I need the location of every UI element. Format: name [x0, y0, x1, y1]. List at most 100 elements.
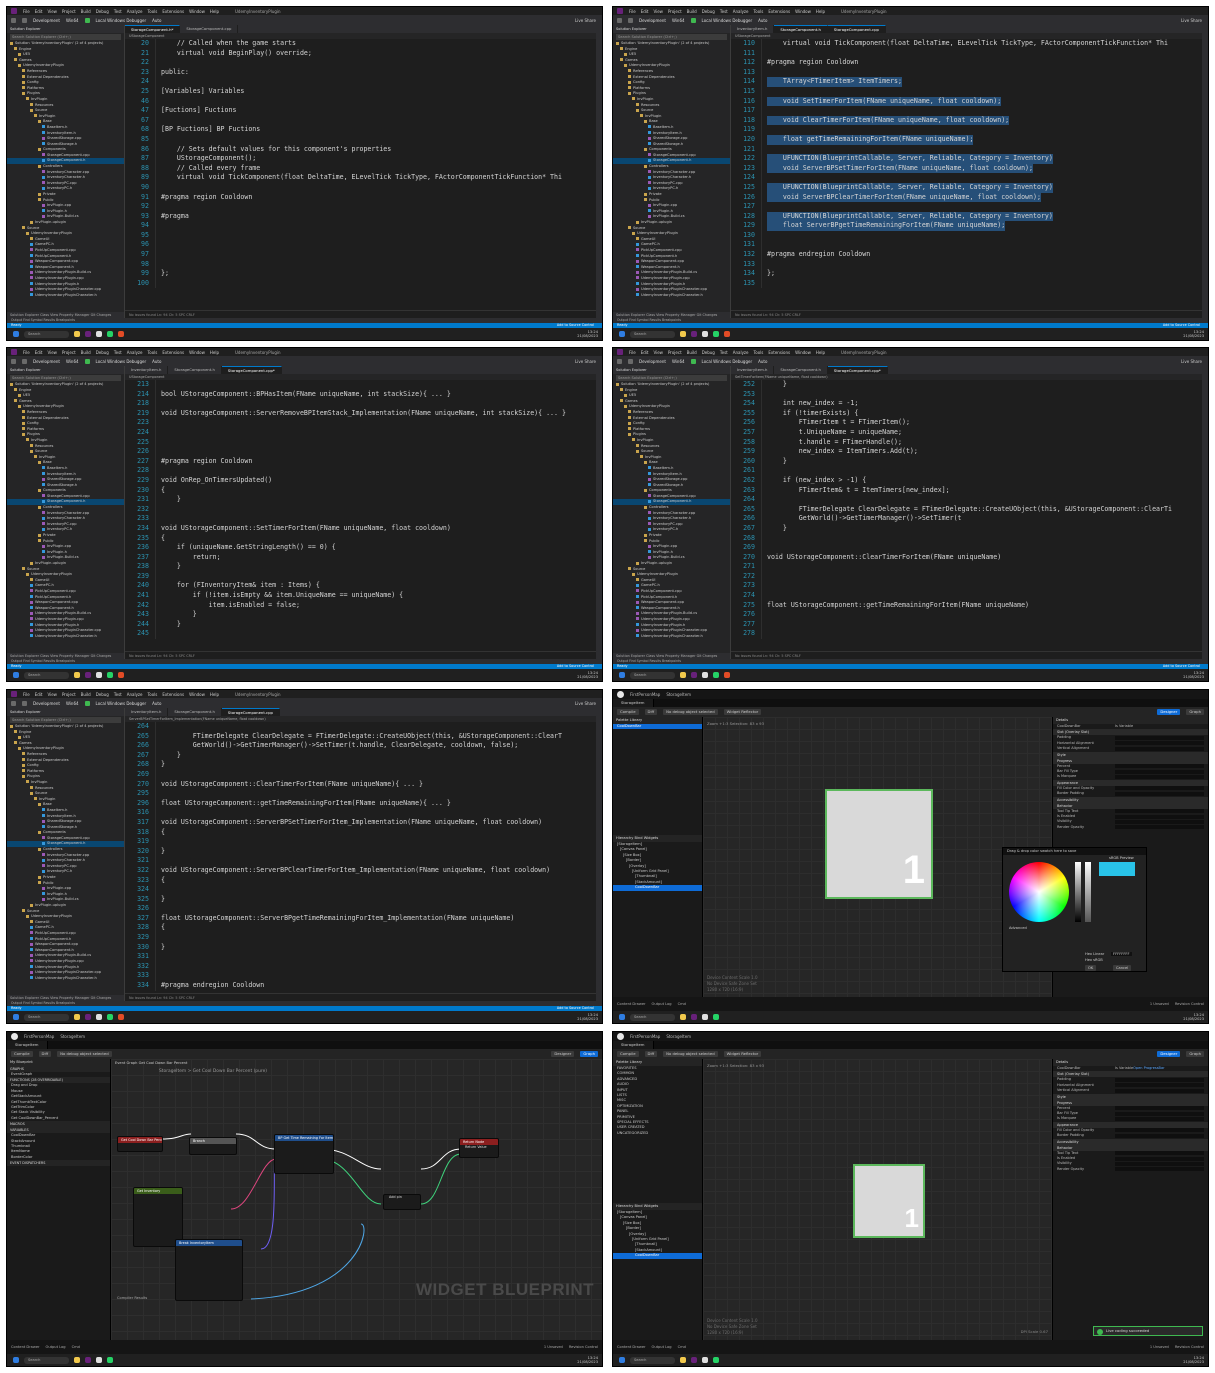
code-line[interactable]: 111: [731, 48, 1202, 59]
details-row-value[interactable]: [1115, 1151, 1204, 1156]
editor-tab[interactable]: StorageComponent.cpp: [221, 708, 280, 716]
entry-node[interactable]: Get Cool Down Bar Percent: [117, 1136, 163, 1152]
folder-icon[interactable]: [680, 331, 686, 337]
widget-preview[interactable]: 1: [853, 1164, 925, 1238]
unreal-icon[interactable]: [702, 672, 708, 678]
details-row-value[interactable]: [1115, 1156, 1204, 1161]
code-line[interactable]: 254 int new_index = -1;: [731, 399, 1202, 409]
details-row-value[interactable]: [1115, 769, 1204, 774]
widget-reflector-button[interactable]: Widget Reflector: [723, 1051, 762, 1057]
menu-item[interactable]: Help: [210, 350, 219, 355]
menu-item[interactable]: Tools: [148, 350, 158, 355]
chrome-icon[interactable]: [118, 1014, 124, 1020]
config-select[interactable]: Development: [33, 701, 60, 706]
menu-item[interactable]: Test: [114, 9, 122, 14]
cmd-input[interactable]: Cmd: [72, 1345, 80, 1349]
compile-button[interactable]: Compile: [617, 1051, 639, 1057]
code-line[interactable]: 330}: [125, 942, 596, 953]
code-line[interactable]: 46: [125, 96, 596, 107]
code-line[interactable]: 127: [731, 202, 1202, 212]
code-line[interactable]: 233: [125, 514, 596, 524]
menu-item[interactable]: Test: [720, 9, 728, 14]
save-icon[interactable]: [22, 358, 27, 364]
code-line[interactable]: 231 }: [125, 495, 596, 505]
code-line[interactable]: 238 }: [125, 562, 596, 572]
code-line[interactable]: 224: [125, 427, 596, 438]
whatsapp-icon[interactable]: [713, 1014, 719, 1020]
menu-item[interactable]: Edit: [641, 9, 649, 14]
graph-canvas[interactable]: Event Graph Get Cool Down Bar Percent St…: [111, 1059, 602, 1340]
editor-tabs[interactable]: InventoryItem.h StorageComponent.h Storage…: [731, 366, 1202, 374]
solution-search-input[interactable]: Search Solution Explorer (Ctrl+;): [616, 34, 727, 40]
advanced-label[interactable]: Advanced: [1009, 926, 1027, 930]
details-row[interactable]: Border Padding: [1053, 791, 1208, 796]
unreal-icon[interactable]: [96, 1014, 102, 1020]
whatsapp-icon[interactable]: [107, 672, 113, 678]
menu-item[interactable]: File: [629, 350, 636, 355]
editor-tabs[interactable]: StorageComponent.h* StorageComponent.cpp: [125, 25, 596, 33]
menu-item[interactable]: View: [653, 9, 663, 14]
code-line[interactable]: 266 GetWorld()->GetTimerManager()->SetTi…: [731, 514, 1202, 524]
code-line[interactable]: 270 void UStorageComponent::ClearTimerFor…: [125, 779, 596, 790]
code-line[interactable]: 21 virtual void BeginPlay() override;: [125, 48, 596, 59]
menu-item[interactable]: File: [23, 692, 30, 697]
config-select[interactable]: Development: [639, 18, 666, 23]
play-icon[interactable]: [690, 17, 696, 23]
menu-item[interactable]: Help: [210, 9, 219, 14]
designer-button[interactable]: Designer: [1157, 709, 1181, 715]
code-line[interactable]: 132 #pragma endregion Cooldown: [731, 250, 1202, 260]
details-row-value[interactable]: [1115, 1117, 1204, 1122]
code-line[interactable]: 114 TArray<FTimerItem> ItemTimers;: [731, 77, 1202, 87]
debug-filter[interactable]: No debug object selected: [57, 1051, 112, 1057]
diff-button[interactable]: Diff: [644, 709, 658, 715]
designer-button[interactable]: Designer: [1157, 1051, 1181, 1057]
debugger-button[interactable]: Local Windows Debugger: [702, 359, 753, 364]
unsaved-label[interactable]: 1 Unsaved: [544, 1345, 563, 1349]
code-area[interactable]: 264 265 FTimerDelegate ClearDelegate = FT…: [125, 722, 596, 993]
tab-storageitem[interactable]: StorageItem: [613, 699, 654, 707]
taskbar-search[interactable]: Search: [630, 1356, 675, 1364]
code-line[interactable]: 241 if (!item.isEmpty && item.UniqueName…: [125, 591, 596, 601]
vs-app-icon[interactable]: [85, 672, 91, 678]
widget-reflector-button[interactable]: Widget Reflector: [723, 709, 762, 715]
code-line[interactable]: 236 if (uniqueName.GetStringLength() == …: [125, 543, 596, 553]
tree-item[interactable]: UdemyInventoryPluginCharacter.h: [613, 293, 730, 299]
whatsapp-icon[interactable]: [107, 1357, 113, 1363]
details-row-value[interactable]: [1115, 809, 1204, 814]
graph-button[interactable]: Graph: [1186, 1051, 1204, 1057]
taskbar-search[interactable]: Search: [630, 1013, 675, 1021]
code-line[interactable]: 218: [125, 399, 596, 409]
code-line[interactable]: 331: [125, 952, 596, 962]
code-line[interactable]: 133: [731, 259, 1202, 270]
back-icon[interactable]: [11, 358, 16, 364]
bind-widgets-button[interactable]: Bind Widgets: [635, 1204, 659, 1208]
code-line[interactable]: 121: [731, 144, 1202, 155]
details-row-value[interactable]: [1115, 791, 1204, 796]
menu-item[interactable]: Tools: [148, 692, 158, 697]
details-row[interactable]: Vertical Alignment: [1053, 746, 1208, 751]
value-slider[interactable]: [1075, 862, 1081, 922]
code-line[interactable]: 116 void SetTimerForItem(FName uniqueNam…: [731, 96, 1202, 107]
editor-tab[interactable]: StorageComponent.cpp: [180, 25, 239, 33]
code-line[interactable]: 258 t.handle = FTimerHandle();: [731, 437, 1202, 448]
menu-item[interactable]: Extensions: [162, 9, 184, 14]
code-line[interactable]: 259 new_index = ItemTimers.Add(t);: [731, 447, 1202, 457]
code-line[interactable]: 219 void UStorageComponent::ServerRemoveB…: [125, 408, 596, 419]
editor-tab[interactable]: StorageComponent.h: [168, 366, 222, 374]
color-wheel[interactable]: [1009, 862, 1069, 922]
code-line[interactable]: 227 #pragma region Cooldown: [125, 456, 596, 467]
code-line[interactable]: 253: [731, 389, 1202, 400]
code-line[interactable]: 110 virtual void TickComponent(float Del…: [731, 39, 1202, 49]
folder-icon[interactable]: [74, 331, 80, 337]
code-line[interactable]: 296 float UStorageComponent::getTimeRemai…: [125, 798, 596, 809]
cmd-input[interactable]: Cmd: [678, 1345, 686, 1349]
whatsapp-icon[interactable]: [713, 1357, 719, 1363]
taskbar-search[interactable]: Search: [24, 1356, 69, 1364]
code-area[interactable]: 20 // Called when the game starts 21 virt…: [125, 39, 596, 310]
code-line[interactable]: 277: [731, 619, 1202, 630]
details-row-value[interactable]: [1115, 1111, 1204, 1116]
palette-category[interactable]: UNCATEGORIZED: [613, 1131, 702, 1136]
code-line[interactable]: 237 return;: [125, 552, 596, 563]
details-row-value[interactable]: [1115, 1088, 1204, 1093]
details-row-value[interactable]: [1115, 1106, 1204, 1111]
